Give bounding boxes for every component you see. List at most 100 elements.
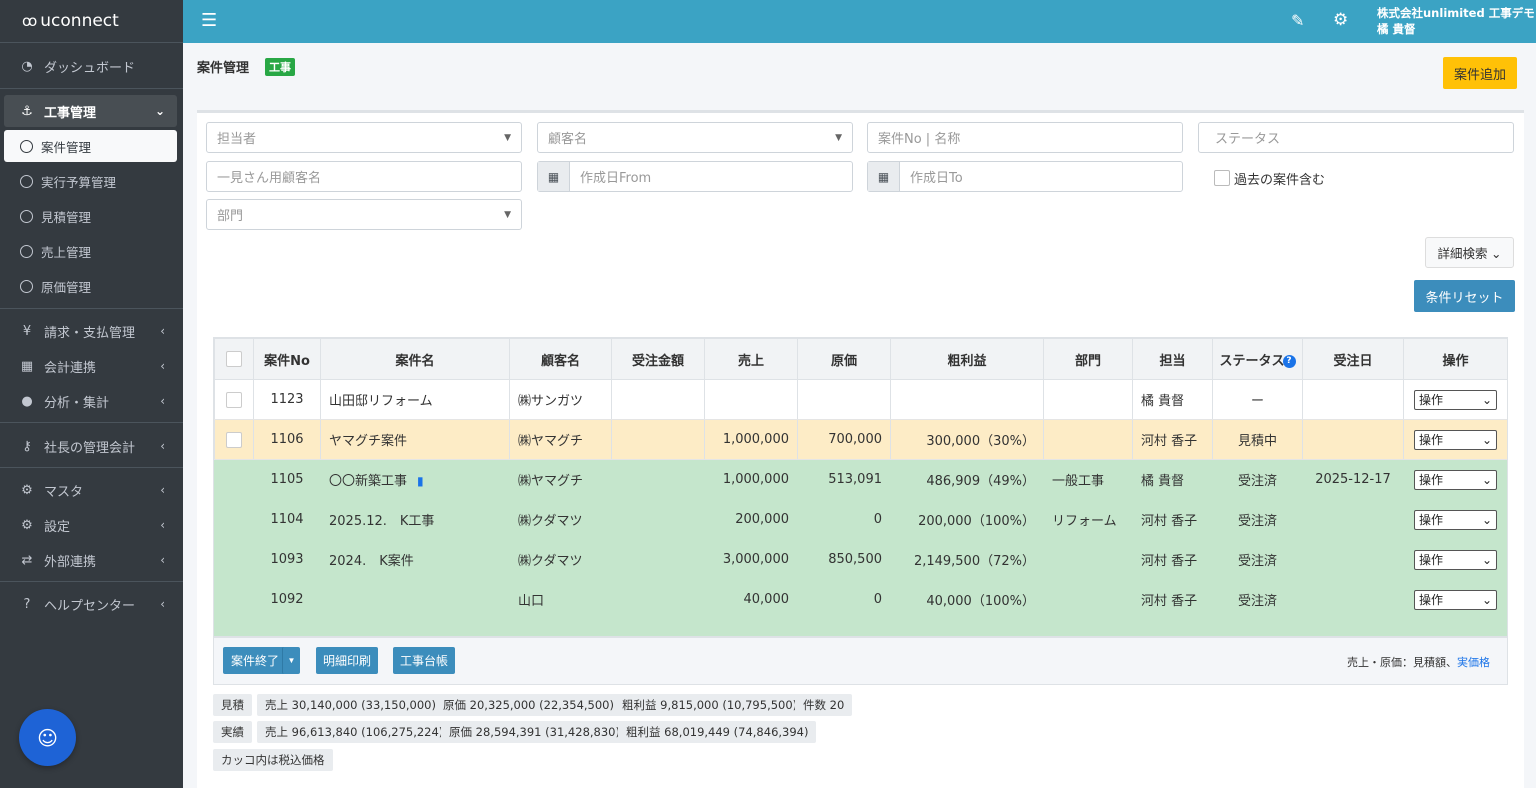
chevron-left-icon: ‹	[160, 439, 165, 453]
nav-sub-sales[interactable]: 売上管理	[4, 235, 177, 267]
col-sales[interactable]: 売上	[704, 338, 798, 380]
row-checkbox-cell[interactable]	[214, 419, 254, 460]
cell-sales[interactable]: 40,000	[704, 579, 798, 620]
actual-price-link[interactable]: 実価格	[1457, 656, 1490, 669]
nav-analysis-label: 分析・集計	[44, 395, 110, 411]
nav-master[interactable]: ⚙ マスタ ‹	[4, 474, 177, 506]
table-row[interactable]: 1123 山田邸リフォーム ㈱サンガツ 橘 貴督 ー 操作 ⌄	[214, 379, 1507, 420]
include-past-checkbox[interactable]	[1214, 170, 1230, 186]
row-checkbox-cell[interactable]	[214, 379, 254, 420]
nav-dashboard[interactable]: ◔ ダッシュボード	[4, 50, 177, 82]
col-order-date[interactable]: 受注日	[1302, 338, 1404, 380]
print-details-button[interactable]: 明細印刷	[316, 647, 378, 674]
row-checkbox-cell[interactable]	[214, 459, 254, 500]
nav-analysis[interactable]: ● 分析・集計 ‹	[4, 385, 177, 417]
close-case-button[interactable]: 案件終了	[223, 647, 291, 674]
table-row-partial[interactable]	[214, 619, 1507, 636]
operation-select[interactable]: 操作 ⌄	[1414, 469, 1497, 490]
cell-profit: 486,909（49%）	[890, 459, 1044, 500]
document-icon[interactable]: ▮	[417, 474, 424, 488]
col-profit[interactable]: 粗利益	[890, 338, 1044, 380]
cell-order-date: 2025-12-17	[1302, 459, 1404, 500]
operation-select[interactable]: 操作 ⌄	[1414, 389, 1497, 410]
operation-select[interactable]: 操作 ⌄	[1414, 549, 1497, 570]
circle-icon	[20, 209, 33, 223]
oneoff-customer-input[interactable]: 一見さん用顧客名	[206, 161, 522, 192]
operation-select[interactable]: 操作 ⌄	[1414, 429, 1497, 450]
construction-ledger-button[interactable]: 工事台帳	[393, 647, 455, 674]
add-case-button[interactable]: 案件追加	[1443, 57, 1517, 89]
cell-case-name[interactable]: 山田邸リフォーム	[320, 379, 510, 420]
row-checkbox[interactable]	[226, 431, 242, 448]
brand-icon: ꝏ	[22, 12, 38, 30]
cell-sales[interactable]	[704, 379, 798, 420]
settings-gears-icon[interactable]: ⚙	[1333, 10, 1348, 30]
chevron-left-icon: ‹	[160, 597, 165, 611]
nav-president[interactable]: ⚷ 社長の管理会計 ‹	[4, 430, 177, 462]
cell-staff: 河村 香子	[1132, 419, 1213, 460]
operation-select-value: 操作	[1419, 593, 1444, 607]
help-icon[interactable]: ?	[1282, 354, 1296, 368]
nav-sub-case[interactable]: 案件管理	[4, 130, 177, 162]
nav-accounting[interactable]: ▦ 会計連携 ‹	[4, 350, 177, 382]
nav-external[interactable]: ⇄ 外部連携 ‹	[4, 544, 177, 576]
col-case-no[interactable]: 案件No	[253, 338, 321, 380]
date-from-input[interactable]: ▦ 作成日From	[537, 161, 853, 192]
operation-select[interactable]: 操作 ⌄	[1414, 589, 1497, 610]
nav-help[interactable]: ? ヘルプセンター ‹	[4, 588, 177, 620]
col-case-name[interactable]: 案件名	[320, 338, 510, 380]
table-row[interactable]: 1106 ヤマグチ案件 ㈱ヤマグチ 1,000,000 700,000 300,…	[214, 419, 1507, 460]
nav-billing[interactable]: ¥ 請求・支払管理 ‹	[4, 315, 177, 347]
row-checkbox-cell[interactable]	[214, 499, 254, 540]
case-no-input[interactable]: 案件No | 名称	[867, 122, 1183, 153]
nav-sub-budget[interactable]: 実行予算管理	[4, 165, 177, 197]
gear-icon: ⚙	[21, 482, 33, 498]
col-status[interactable]: ステータス?	[1212, 338, 1303, 380]
cell-case-name[interactable]: 2024. K案件	[320, 539, 510, 580]
company-name: 株式会社unlimited 工事デモ	[1377, 6, 1535, 20]
cell-sales[interactable]: 3,000,000	[704, 539, 798, 580]
edit-icon[interactable]: ✎	[1291, 11, 1304, 30]
col-order-amount[interactable]: 受注金額	[611, 338, 705, 380]
close-case-dropdown-toggle[interactable]: ▼	[282, 647, 300, 674]
date-to-input[interactable]: ▦ 作成日To	[867, 161, 1183, 192]
cell-sales[interactable]: 200,000	[704, 499, 798, 540]
table-row[interactable]: 1092 山口 40,000 0 40,000（100%） 河村 香子 受注済 …	[214, 579, 1507, 620]
col-customer[interactable]: 顧客名	[509, 338, 612, 380]
chatbot-button[interactable]: ☺	[19, 709, 76, 766]
cell-case-name[interactable]: 2025.12. K工事	[320, 499, 510, 540]
operation-select[interactable]: 操作 ⌄	[1414, 509, 1497, 530]
cell-case-name-wrap[interactable]: 〇〇新築工事 ▮	[320, 459, 510, 500]
table-row[interactable]: 1104 2025.12. K工事 ㈱クダマツ 200,000 0 200,00…	[214, 499, 1507, 540]
row-checkbox[interactable]	[226, 391, 242, 408]
nav-settings[interactable]: ⚙ 設定 ‹	[4, 509, 177, 541]
table-row[interactable]: 1105 〇〇新築工事 ▮ ㈱ヤマグチ 1,000,000 513,091 486…	[214, 459, 1507, 500]
status-input[interactable]: ステータス	[1198, 122, 1514, 153]
cell-case-name[interactable]	[320, 579, 510, 620]
department-select[interactable]: 部門 ▼	[206, 199, 522, 230]
cell-sales[interactable]: 1,000,000	[704, 459, 798, 500]
user-info[interactable]: 株式会社unlimited 工事デモ 橘 貴督	[1377, 5, 1535, 37]
cell-case-name[interactable]: ヤマグチ案件	[320, 419, 510, 460]
select-all-header[interactable]	[214, 338, 254, 380]
assignee-select[interactable]: 担当者 ▼	[206, 122, 522, 153]
select-all-checkbox[interactable]	[226, 351, 242, 367]
nav-sub-cost[interactable]: 原価管理	[4, 270, 177, 302]
col-staff[interactable]: 担当	[1132, 338, 1213, 380]
row-checkbox-cell[interactable]	[214, 579, 254, 620]
detail-search-button[interactable]: 詳細検索 ⌄	[1425, 237, 1514, 268]
col-department[interactable]: 部門	[1043, 338, 1133, 380]
table-row[interactable]: 1093 2024. K案件 ㈱クダマツ 3,000,000 850,500 2…	[214, 539, 1507, 580]
customer-select[interactable]: 顧客名 ▼	[537, 122, 853, 153]
cell-actions: 操作 ⌄	[1403, 499, 1507, 540]
cell-case-name[interactable]: 〇〇新築工事	[329, 474, 407, 489]
row-checkbox-cell[interactable]	[214, 539, 254, 580]
brand-logo[interactable]: ꝏ uconnect	[0, 0, 183, 43]
reset-button[interactable]: 条件リセット	[1414, 280, 1515, 312]
hamburger-menu-icon[interactable]: ☰	[201, 10, 217, 31]
cell-staff: 河村 香子	[1132, 499, 1213, 540]
assignee-placeholder: 担当者	[217, 132, 257, 147]
col-cost[interactable]: 原価	[797, 338, 891, 380]
nav-sub-estimate[interactable]: 見積管理	[4, 200, 177, 232]
nav-construction[interactable]: ⚓ 工事管理 ⌄	[4, 95, 177, 127]
